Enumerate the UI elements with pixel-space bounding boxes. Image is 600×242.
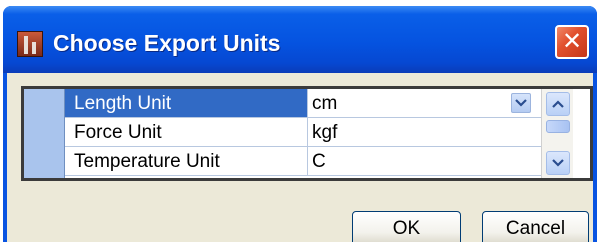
chevron-down-icon [515, 99, 527, 107]
scroll-down-button[interactable] [546, 151, 570, 175]
property-value: cm [312, 93, 338, 114]
property-value-field[interactable]: kgf [308, 118, 541, 147]
app-logo-icon [17, 31, 43, 57]
row-header-column [24, 89, 65, 178]
property-value-dropdown[interactable]: cm [308, 89, 541, 118]
chevron-down-icon [552, 159, 564, 167]
dialog-body: Length Unit cm Force Unit kgf Temperatur… [7, 73, 593, 242]
chevron-up-icon [552, 100, 564, 108]
close-icon: ✕ [561, 28, 583, 55]
property-row-force-unit[interactable]: Force Unit kgf [65, 118, 541, 147]
property-name: Force Unit [65, 118, 308, 147]
close-button[interactable]: ✕ [555, 25, 589, 59]
dialog-title: Choose Export Units [53, 30, 281, 56]
export-units-dialog: Choose Export Units ✕ Length Unit cm For… [3, 6, 597, 242]
property-grid: Length Unit cm Force Unit kgf Temperatur… [21, 86, 593, 181]
property-row-length-unit[interactable]: Length Unit cm [65, 89, 541, 118]
property-value-field[interactable]: C [308, 147, 541, 176]
scroll-up-button[interactable] [546, 92, 570, 116]
property-value: C [312, 151, 326, 172]
vertical-scrollbar[interactable] [541, 89, 573, 178]
ok-button[interactable]: OK [352, 211, 461, 242]
cancel-button[interactable]: Cancel [482, 211, 589, 242]
property-value: kgf [312, 122, 338, 143]
property-name: Temperature Unit [65, 147, 308, 176]
dropdown-button[interactable] [511, 93, 531, 113]
scroll-thumb[interactable] [546, 120, 570, 133]
title-bar[interactable]: Choose Export Units ✕ [3, 6, 597, 73]
property-name: Length Unit [65, 89, 308, 118]
property-row-temperature-unit[interactable]: Temperature Unit C [65, 147, 541, 176]
